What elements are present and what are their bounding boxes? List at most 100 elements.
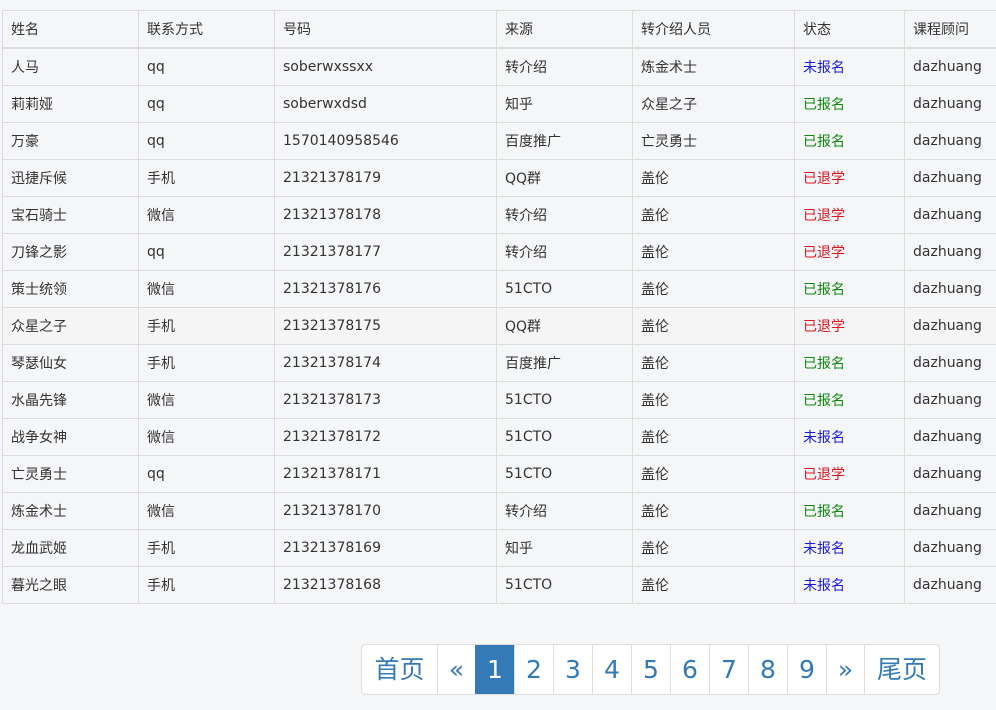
cell-advisor: dazhuang: [904, 85, 996, 123]
table-row[interactable]: 战争女神 微信 21321378172 51CTO 盖伦 未报名 dazhuang: [2, 418, 996, 456]
header-status: 状态: [794, 10, 905, 49]
page-link-1[interactable]: 1: [475, 645, 514, 694]
cell-advisor: dazhuang: [904, 233, 996, 271]
cell-number: 1570140958546: [274, 122, 497, 160]
cell-source: 51CTO: [496, 270, 633, 308]
cell-source: 知乎: [496, 529, 633, 567]
cell-number: 21321378177: [274, 233, 497, 271]
cell-advisor: dazhuang: [904, 529, 996, 567]
customer-table: 姓名 联系方式 号码 来源 转介绍人员 状态 课程顾问 人马 qq soberwxs…: [2, 10, 996, 604]
table-header-row: 姓名 联系方式 号码 来源 转介绍人员 状态 课程顾问: [2, 10, 996, 49]
cell-status: 已退学: [794, 307, 905, 345]
cell-source: 51CTO: [496, 418, 633, 456]
cell-name: 莉莉娅: [2, 85, 139, 123]
cell-contact: 微信: [138, 418, 275, 456]
cell-name: 龙血武姬: [2, 529, 139, 567]
pagination: 首页 « 1 2 3 4 5 6 7 8 9 » 尾页: [361, 644, 940, 695]
cell-source: QQ群: [496, 307, 633, 345]
cell-advisor: dazhuang: [904, 196, 996, 234]
cell-referrer: 盖伦: [632, 233, 795, 271]
page-link-5[interactable]: 5: [631, 645, 670, 694]
cell-contact: qq: [138, 233, 275, 271]
cell-name: 炼金术士: [2, 492, 139, 530]
cell-source: 转介绍: [496, 233, 633, 271]
page-link-8[interactable]: 8: [748, 645, 787, 694]
cell-source: 转介绍: [496, 492, 633, 530]
cell-name: 暮光之眼: [2, 566, 139, 604]
table-row[interactable]: 亡灵勇士 qq 21321378171 51CTO 盖伦 已退学 dazhuang: [2, 455, 996, 493]
cell-name: 万豪: [2, 122, 139, 160]
table-body: 人马 qq soberwxssxx 转介绍 炼金术士 未报名 dazhuang 莉莉娅 qq so…: [2, 47, 996, 604]
cell-advisor: dazhuang: [904, 381, 996, 419]
last-page-link[interactable]: 尾页: [864, 645, 939, 694]
cell-number: 21321378172: [274, 418, 497, 456]
table-row[interactable]: 暮光之眼 手机 21321378168 51CTO 盖伦 未报名 dazhuang: [2, 566, 996, 604]
cell-status: 未报名: [794, 566, 905, 604]
cell-advisor: dazhuang: [904, 159, 996, 197]
cell-name: 琴瑟仙女: [2, 344, 139, 382]
cell-status: 已退学: [794, 233, 905, 271]
cell-name: 水晶先锋: [2, 381, 139, 419]
cell-contact: qq: [138, 85, 275, 123]
table-row[interactable]: 莉莉娅 qq soberwxdsd 知乎 众星之子 已报名 dazhuang: [2, 85, 996, 123]
prev-page-link[interactable]: «: [437, 645, 475, 694]
cell-status: 未报名: [794, 418, 905, 456]
cell-status: 已报名: [794, 122, 905, 160]
cell-number: soberwxdsd: [274, 85, 497, 123]
cell-name: 宝石骑士: [2, 196, 139, 234]
table-row[interactable]: 炼金术士 微信 21321378170 转介绍 盖伦 已报名 dazhuang: [2, 492, 996, 530]
page-link-2[interactable]: 2: [514, 645, 553, 694]
header-advisor: 课程顾问: [904, 10, 996, 49]
cell-advisor: dazhuang: [904, 344, 996, 382]
table-row[interactable]: 迅捷斥候 手机 21321378179 QQ群 盖伦 已退学 dazhuang: [2, 159, 996, 197]
page-link-9[interactable]: 9: [787, 645, 826, 694]
cell-name: 迅捷斥候: [2, 159, 139, 197]
cell-source: 转介绍: [496, 196, 633, 234]
table-row[interactable]: 刀锋之影 qq 21321378177 转介绍 盖伦 已退学 dazhuang: [2, 233, 996, 271]
page-link-6[interactable]: 6: [670, 645, 709, 694]
cell-advisor: dazhuang: [904, 47, 996, 86]
cell-number: 21321378174: [274, 344, 497, 382]
cell-source: 51CTO: [496, 381, 633, 419]
table-row[interactable]: 众星之子 手机 21321378175 QQ群 盖伦 已退学 dazhuang: [2, 307, 996, 345]
cell-source: QQ群: [496, 159, 633, 197]
table-row[interactable]: 人马 qq soberwxssxx 转介绍 炼金术士 未报名 dazhuang: [2, 47, 996, 86]
header-referrer: 转介绍人员: [632, 10, 795, 49]
cell-advisor: dazhuang: [904, 270, 996, 308]
cell-referrer: 众星之子: [632, 85, 795, 123]
cell-advisor: dazhuang: [904, 492, 996, 530]
cell-number: 21321378175: [274, 307, 497, 345]
cell-advisor: dazhuang: [904, 307, 996, 345]
cell-status: 已退学: [794, 159, 905, 197]
table-row[interactable]: 水晶先锋 微信 21321378173 51CTO 盖伦 已报名 dazhuang: [2, 381, 996, 419]
table-row[interactable]: 琴瑟仙女 手机 21321378174 百度推广 盖伦 已报名 dazhuang: [2, 344, 996, 382]
cell-status: 已退学: [794, 455, 905, 493]
cell-referrer: 盖伦: [632, 344, 795, 382]
cell-contact: qq: [138, 47, 275, 86]
header-name: 姓名: [2, 10, 139, 49]
table-row[interactable]: 策士统领 微信 21321378176 51CTO 盖伦 已报名 dazhuang: [2, 270, 996, 308]
table-row[interactable]: 万豪 qq 1570140958546 百度推广 亡灵勇士 已报名 dazhuang: [2, 122, 996, 160]
cell-number: 21321378179: [274, 159, 497, 197]
cell-referrer: 盖伦: [632, 492, 795, 530]
table-row[interactable]: 龙血武姬 手机 21321378169 知乎 盖伦 未报名 dazhuang: [2, 529, 996, 567]
cell-contact: qq: [138, 455, 275, 493]
cell-number: soberwxssxx: [274, 47, 497, 86]
first-page-link[interactable]: 首页: [362, 645, 437, 694]
cell-number: 21321378176: [274, 270, 497, 308]
page-link-3[interactable]: 3: [553, 645, 592, 694]
cell-contact: 微信: [138, 381, 275, 419]
cell-contact: 手机: [138, 159, 275, 197]
cell-status: 已报名: [794, 85, 905, 123]
table-row[interactable]: 宝石骑士 微信 21321378178 转介绍 盖伦 已退学 dazhuang: [2, 196, 996, 234]
next-page-link[interactable]: »: [826, 645, 864, 694]
cell-contact: 微信: [138, 492, 275, 530]
page-link-4[interactable]: 4: [592, 645, 631, 694]
cell-advisor: dazhuang: [904, 122, 996, 160]
cell-number: 21321378168: [274, 566, 497, 604]
cell-referrer: 盖伦: [632, 159, 795, 197]
page-link-7[interactable]: 7: [709, 645, 748, 694]
cell-source: 百度推广: [496, 122, 633, 160]
customer-list-page: 姓名 联系方式 号码 来源 转介绍人员 状态 课程顾问 人马 qq soberwxs…: [0, 0, 996, 710]
cell-source: 51CTO: [496, 455, 633, 493]
